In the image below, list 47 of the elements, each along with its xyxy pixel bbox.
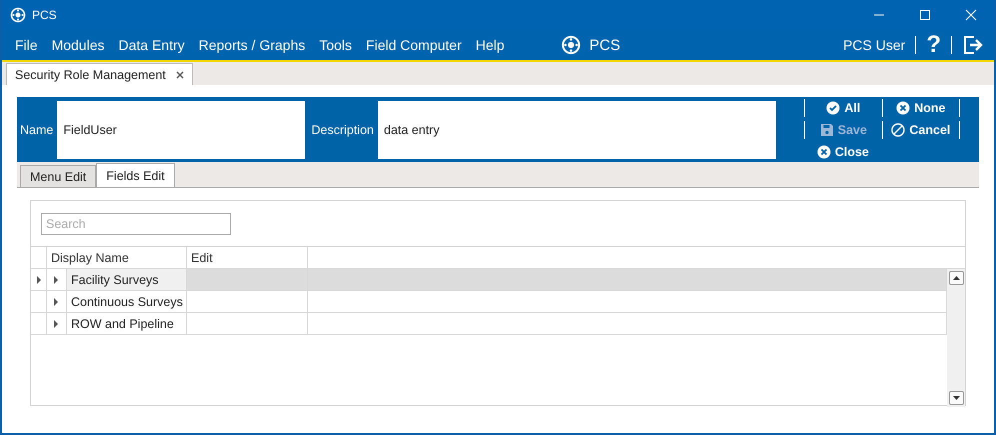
check-circle-icon [826, 100, 840, 114]
caret-right-icon[interactable] [52, 298, 60, 306]
close-icon [965, 9, 977, 21]
maximize-icon [919, 9, 931, 21]
prohibited-icon [891, 122, 906, 136]
all-button[interactable]: All [804, 98, 882, 116]
menu-item[interactable]: Tools [312, 37, 359, 53]
app-logo-icon [10, 7, 26, 23]
name-field[interactable]: FieldUser [57, 100, 306, 158]
description-label: Description [311, 122, 375, 136]
user-name[interactable]: PCS User [833, 37, 916, 53]
exit-icon[interactable] [962, 34, 984, 56]
caret-right-icon[interactable] [52, 276, 60, 284]
row-header-cell[interactable] [31, 269, 47, 291]
x-circle-icon [896, 100, 910, 114]
close-icon[interactable] [176, 70, 184, 78]
menu-item[interactable]: File [8, 37, 45, 53]
none-button[interactable]: None [882, 98, 960, 116]
brand-name: PCS [589, 36, 620, 54]
triangle-up-icon [952, 276, 960, 280]
tab[interactable]: Fields Edit [96, 163, 175, 187]
window-title: PCS [32, 8, 57, 22]
tab-label: Security Role Management [15, 68, 166, 82]
caret-right-icon[interactable] [52, 320, 60, 328]
row-header-cell[interactable] [31, 291, 47, 313]
menu-item[interactable]: Field Computer [358, 37, 469, 53]
name-label: Name [20, 122, 54, 136]
row-header-cell[interactable] [31, 313, 47, 335]
document-tab[interactable]: Security Role Management [6, 63, 193, 85]
menu-item[interactable]: Help [468, 37, 512, 53]
x-circle-icon [816, 144, 831, 158]
triangle-down-icon [952, 396, 960, 400]
scroll-up-button[interactable] [948, 271, 964, 285]
description-field[interactable]: data entry [378, 100, 776, 158]
table-cell: ROW and Pipeline [67, 313, 187, 335]
cancel-button[interactable]: Cancel [882, 120, 960, 138]
close-button[interactable]: Close [804, 142, 882, 160]
help-button[interactable]: ? [916, 31, 951, 59]
menu-item[interactable]: Reports / Graphs [192, 37, 312, 53]
app-logo-icon [561, 35, 582, 55]
tab[interactable]: Menu Edit [20, 165, 96, 187]
menu-item[interactable]: Data Entry [111, 37, 192, 53]
menu-item[interactable]: Modules [44, 37, 112, 53]
search-field[interactable]: Search [41, 213, 231, 235]
scroll-down-button[interactable] [948, 391, 964, 405]
table-cell: Facility Surveys [67, 269, 187, 291]
table-cell: Continuous Surveys [67, 291, 187, 313]
